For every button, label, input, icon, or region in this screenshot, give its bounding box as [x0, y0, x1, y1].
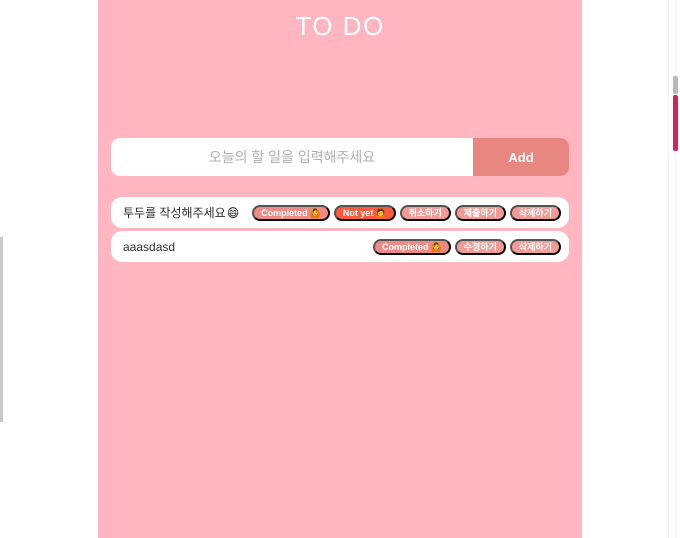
todo-list: 투두를 작성해주세요 😄 Completed 🙆 Not yet 🙍 취소하기 제출하기 삭제하… — [111, 197, 569, 265]
todo-app-panel: TO DO Add 투두를 작성해주세요😄Completed🙆Not yet🙍취… — [98, 0, 582, 538]
todo-status-badge[interactable]: Not yet 🙍 — [333, 204, 396, 221]
todo-item-label: 투두를 작성해주세요 — [123, 206, 226, 220]
chip-label: 취소하기 — [408, 207, 442, 218]
todo-item-actions: Completed 🙆 수정하기 삭제하기 — [373, 238, 561, 255]
page-root: TO DO Add 투두를 작성해주세요😄Completed🙆Not yet🙍취… — [0, 0, 680, 538]
todo-action-button[interactable]: 제출하기 — [454, 204, 506, 221]
todo-item-actions: Completed 🙆 Not yet 🙍 취소하기 제출하기 삭제하기 — [252, 204, 561, 221]
chip-label: 삭제하기 — [518, 207, 552, 218]
todo-item: 투두를 작성해주세요 😄 Completed 🙆 Not yet 🙍 취소하기 제출하기 삭제하… — [111, 197, 569, 228]
window-scrollbar[interactable] — [668, 0, 680, 538]
todo-input[interactable] — [111, 138, 473, 176]
chip-emoji-icon: 🙆 — [430, 241, 442, 252]
todo-action-button[interactable]: 취소하기 — [399, 204, 451, 221]
todo-action-button[interactable]: 삭제하기 — [509, 204, 561, 221]
add-todo-button[interactable]: Add — [473, 138, 569, 176]
chip-label: Completed — [382, 241, 429, 252]
chip-emoji-icon: 🙍 — [375, 207, 387, 218]
todo-item-label: aaasdasd — [123, 239, 176, 254]
todo-item-emoji-icon: 😄 — [226, 205, 240, 220]
scrollbar-thumb-secondary[interactable] — [673, 76, 678, 94]
left-scrollbar-rail[interactable] — [0, 237, 3, 422]
scrollbar-thumb[interactable] — [673, 95, 678, 151]
todo-status-badge[interactable]: Completed 🙆 — [373, 238, 451, 255]
todo-item: aaasdasd Completed 🙆 수정하기 삭제하기 — [111, 231, 569, 262]
todo-action-button[interactable]: 삭제하기 — [509, 238, 561, 255]
chip-label: 제출하기 — [463, 207, 497, 218]
chip-label: Completed — [261, 207, 308, 218]
todo-action-button[interactable]: 수정하기 — [454, 238, 506, 255]
chip-emoji-icon: 🙆 — [309, 207, 321, 218]
todo-status-badge[interactable]: Completed 🙆 — [252, 204, 330, 221]
chip-label: 수정하기 — [463, 241, 497, 252]
chip-label: 삭제하기 — [518, 241, 552, 252]
chip-label: Not yet — [342, 207, 374, 218]
page-title: TO DO — [295, 11, 385, 41]
todo-composer: Add — [111, 138, 569, 176]
